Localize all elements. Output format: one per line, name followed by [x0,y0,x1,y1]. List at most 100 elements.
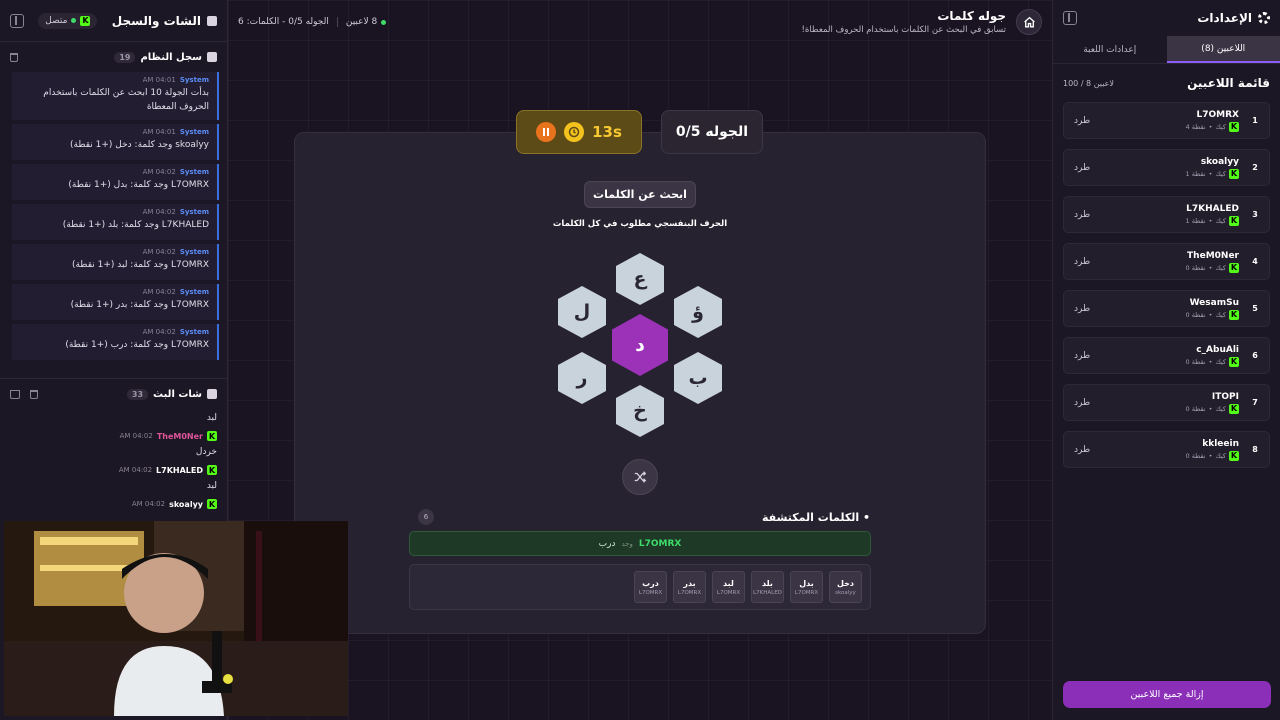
player-row: طرد TheM0Ner 0 نقطة • كيك K 4 [1063,243,1270,280]
online-dot-icon [381,19,387,25]
game-subtitle: تسابق في البحث عن الكلمات باستخدام الحرو… [801,25,1006,35]
found-word-user: L7OMRX [794,589,819,596]
player-row: طرد skoalyy 1 نقطة • كيك K 2 [1063,149,1270,186]
player-name: L7OMRX [1196,109,1239,120]
kick-icon: K [80,15,91,26]
player-name: kkleein [1202,438,1239,449]
log-time: AM 04:02 [142,168,176,176]
stream-chat-title: 33 شات البث [126,388,217,400]
game-hint: الحرف البنفسجي مطلوب في كل الكلمات [552,219,728,229]
player-points: 0 نقطة [1185,263,1206,272]
chat-username: skoalyy [169,499,203,509]
player-platform: كيك [1215,216,1226,225]
kick-icon: K [1229,450,1239,461]
player-row: طرد c_AbuAli 0 نقطة • كيك K 6 [1063,337,1270,374]
log-text: L7OMRX وجد كلمة: بدر (+1 نقطة) [70,300,209,310]
player-rank: 3 [1252,210,1258,219]
chat-time: AM 04:02 [119,432,153,440]
player-platform: كيك [1215,404,1226,413]
log-text: L7KHALED وجد كلمة: بلد (+1 نقطة) [62,220,209,230]
last-found-sep: وجد [621,539,633,548]
tab-game-settings[interactable]: إعدادات اللعبة [1053,36,1167,63]
player-points: 0 نقطة [1185,357,1206,366]
kick-player-button[interactable]: طرد [1074,116,1090,126]
found-word-chip: بدر L7OMRX [673,571,706,603]
home-button[interactable] [1016,9,1042,35]
collapse-icon[interactable] [10,13,24,28]
stream-chat-header: 33 شات البث [0,379,227,409]
players-list-count: 100 / 8 لاعبين [1063,78,1114,88]
players-list-header: 100 / 8 لاعبين قائمة اللاعبين [1053,64,1280,102]
system-log-count: 19 [114,51,136,63]
player-platform: كيك [1215,310,1226,319]
remove-all-players-button[interactable]: إزالة جميع اللاعبين [1063,681,1271,708]
kick-player-button[interactable]: طرد [1074,163,1090,173]
chat-text: لبد [206,481,217,491]
trash-icon[interactable] [30,389,38,399]
found-word-user: L7KHALED [753,589,782,596]
pause-button[interactable] [536,122,557,142]
chat-message: K TheM0Ner AM 04:02 خردل [10,431,217,457]
log-time: AM 04:02 [142,328,176,336]
kick-icon: K [207,499,217,509]
found-words-header: 6 • الكلمات المكتشفة [418,509,870,525]
found-word-chip: لبد L7OMRX [712,571,745,603]
players-status: 8 لاعبين [346,17,387,27]
timer-card: 13s [516,110,642,154]
player-rank: 1 [1252,116,1258,125]
log-author: System [179,248,209,256]
log-author: System [179,208,209,216]
tab-players[interactable]: اللاعبين (8) [1166,36,1280,63]
player-points: 0 نقطة [1185,451,1206,460]
kick-icon: K [1229,356,1239,367]
log-text: L7OMRX وجد كلمة: درب (+1 نقطة) [65,340,209,350]
player-points: 1 نقطة [1185,216,1206,225]
game-status: 8 لاعبين الجوله 0/5 - الكلمات: 6 [238,17,387,27]
kick-player-button[interactable]: طرد [1074,257,1090,267]
found-word: بلد [762,578,773,588]
found-words-list: دخل skoalyy بدل L7OMRX بلد L7KHALED لبد L7OM… [409,564,871,610]
system-log-list[interactable]: System AM 04:01 بدأت الجولة 10 ابحث عن ال… [0,72,227,372]
stream-chat-count: 33 [126,388,149,400]
kick-player-button[interactable]: طرد [1074,398,1090,408]
kick-icon: K [207,465,217,475]
kick-player-button[interactable]: طرد [1074,304,1090,314]
info-icon [207,52,217,62]
found-word-user: L7OMRX [716,589,741,596]
found-words-count: 6 [418,509,434,525]
kick-icon: K [207,431,217,441]
log-entry: System AM 04:02 L7OMRX وجد كلمة: درب (+1 … [12,324,219,360]
players-list: طرد L7OMRX 4 نقطة • كيك K 1 طرد skoalyy 1 ن… [1053,102,1280,468]
game-topbar: 8 لاعبين الجوله 0/5 - الكلمات: 6 جوله كل… [228,0,1052,44]
kick-icon: K [1229,262,1239,273]
player-rank: 4 [1252,257,1258,266]
shuffle-button[interactable] [622,459,658,495]
kick-player-button[interactable]: طرد [1074,210,1090,220]
player-name: L7KHALED [1186,203,1239,214]
found-word-chip: دخل skoalyy [829,571,862,603]
found-word: دخل [836,578,854,588]
stream-chat-list[interactable]: لبد K TheM0Ner AM 04:02 خردل K L7KHALED … [0,413,227,509]
player-points: 4 نقطة [1185,122,1206,131]
settings-tabs: إعدادات اللعبة اللاعبين (8) [1053,36,1280,64]
log-time: AM 04:01 [142,128,176,136]
filter-icon[interactable] [10,389,20,399]
kick-player-button[interactable]: طرد [1074,445,1090,455]
player-name: ITOPI [1211,391,1239,402]
search-words-label: ابحث عن الكلمات [584,181,696,208]
settings-header: الإعدادات [1053,0,1280,36]
player-name: WesamSu [1189,297,1239,308]
collapse-icon[interactable] [1063,11,1077,25]
player-row: طرد kkleein 0 نقطة • كيك K 8 [1063,431,1270,468]
webcam-image [4,521,348,716]
found-word: بدل [799,578,814,588]
player-rank: 5 [1252,304,1258,313]
player-row: طرد WesamSu 0 نقطة • كيك K 5 [1063,290,1270,327]
webcam-overlay [4,521,348,716]
chat-time: AM 04:02 [118,466,153,474]
kick-player-button[interactable]: طرد [1074,351,1090,361]
chat-icon [207,15,217,26]
trash-icon[interactable] [10,52,18,62]
kick-icon: K [1229,215,1239,226]
kick-icon: K [1229,121,1239,132]
